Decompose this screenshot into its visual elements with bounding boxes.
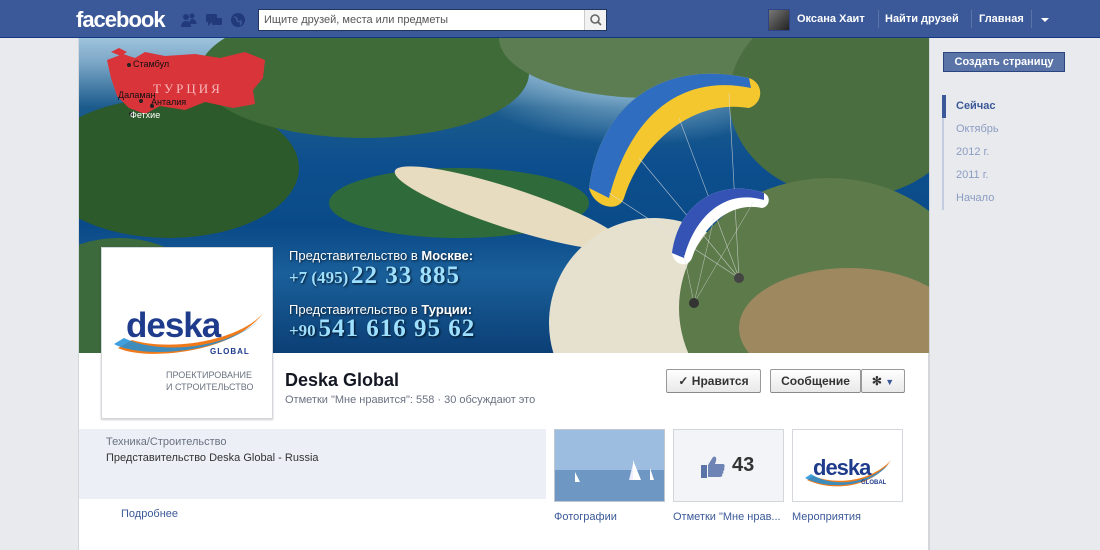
about-footer	[79, 499, 546, 550]
right-sidebar: Создать страницу Сейчас Октябрь 2012 г. …	[929, 38, 1100, 550]
user-avatar[interactable]	[768, 9, 790, 31]
account-menu-chevron-icon[interactable]	[1038, 14, 1052, 26]
moscow-heading-prefix: Представительство в	[289, 248, 422, 263]
page-title[interactable]: Deska Global	[285, 370, 399, 391]
city-dot	[127, 63, 131, 67]
events-app-tile[interactable]: deska GLOBAL	[792, 429, 903, 502]
facebook-page: facebook Оксана Хаит Найти друзей Главна…	[0, 0, 1100, 550]
notifications-globe-icon[interactable]	[229, 12, 247, 28]
about-panel: Техника/Строительство Представительство …	[79, 429, 546, 550]
city-label: Фетхие	[130, 110, 161, 120]
moscow-heading-city: Москве:	[421, 248, 474, 263]
map-country-label: ТУРЦИЯ	[153, 81, 223, 96]
search-button[interactable]	[584, 10, 606, 30]
turkey-phone-prefix: +90	[289, 321, 316, 340]
user-profile-link[interactable]: Оксана Хаит	[797, 13, 865, 25]
likes-app-label[interactable]: Отметки "Мне нрав...	[673, 511, 781, 523]
turkey-phone-number: 541 616 95 62	[318, 315, 476, 342]
deska-logo: deska GLOBAL ПРОЕКТИРОВАНИЕ И СТРОИТЕЛЬС…	[106, 252, 268, 414]
liked-button[interactable]: ✓ Нравится	[666, 369, 761, 393]
gear-icon: ✻	[871, 374, 882, 388]
events-logo-global: GLOBAL	[861, 480, 887, 486]
logo-tagline: ПРОЕКТИРОВАНИЕ И СТРОИТЕЛЬСТВО	[166, 369, 266, 393]
moscow-heading: Представительство в Москве:	[289, 248, 473, 263]
logo-tagline-line-1: ПРОЕКТИРОВАНИЕ	[166, 370, 252, 380]
timeline-scrubber: Сейчас Октябрь 2012 г. 2011 г. Начало	[942, 95, 1082, 210]
logo-wordmark: deska	[126, 306, 221, 345]
messages-icon[interactable]	[205, 12, 223, 28]
turkey-phone: +90 541 616 95 62	[289, 315, 475, 343]
top-navigation-bar: facebook Оксана Хаит Найти друзей Главна…	[0, 0, 1100, 38]
timeline-item-2012[interactable]: 2012 г.	[942, 141, 1082, 164]
city-label: Анталия	[151, 97, 187, 107]
settings-menu-button[interactable]: ✻ ▼	[861, 369, 905, 393]
nav-divider	[878, 10, 879, 28]
timeline-item-start[interactable]: Начало	[942, 187, 1082, 210]
photos-app-label[interactable]: Фотографии	[554, 511, 662, 523]
profile-picture[interactable]: deska GLOBAL ПРОЕКТИРОВАНИЕ И СТРОИТЕЛЬС…	[101, 247, 273, 419]
moscow-phone-prefix: +7 (495)	[289, 268, 349, 287]
friend-requests-icon[interactable]	[180, 12, 198, 28]
page-stats: Отметки "Мне нравится": 558 · 30 обсужда…	[285, 394, 536, 406]
about-more-link[interactable]: Подробнее	[121, 508, 178, 520]
magnifier-icon	[590, 14, 602, 26]
photos-app-tile[interactable]	[554, 429, 665, 502]
city-label: Даламан	[118, 90, 156, 100]
city-label: Стамбул	[133, 59, 170, 69]
search-box	[258, 9, 607, 31]
likes-count: 43	[732, 454, 755, 476]
turkey-map: ТУРЦИЯ Стамбул Даламан Анталия Фетхие	[105, 48, 270, 120]
facebook-logo[interactable]: facebook	[76, 7, 166, 33]
timeline-main-column: ТУРЦИЯ Стамбул Даламан Анталия Фетхие Пр…	[78, 38, 930, 550]
nav-divider	[971, 10, 972, 28]
page-category[interactable]: Техника/Строительство	[106, 436, 226, 448]
liked-button-label: Нравится	[691, 374, 749, 388]
message-button-label: Сообщение	[781, 374, 850, 388]
paraglider-small-illustration	[672, 188, 769, 308]
sea-sailboats-thumbnail	[555, 430, 664, 501]
events-logo-wordmark: deska	[813, 455, 871, 480]
timeline-item-now[interactable]: Сейчас	[942, 95, 1082, 118]
search-input[interactable]	[259, 10, 585, 30]
find-friends-link[interactable]: Найти друзей	[885, 13, 959, 25]
logo-tagline-line-2: И СТРОИТЕЛЬСТВО	[166, 382, 254, 392]
checkmark-icon: ✓	[678, 374, 689, 388]
home-link[interactable]: Главная	[979, 13, 1024, 25]
moscow-phone: +7 (495) 22 33 885	[289, 262, 460, 290]
thumbs-up-icon	[701, 456, 725, 478]
chevron-down-icon: ▼	[885, 377, 895, 387]
logo-global: GLOBAL	[210, 347, 250, 356]
moscow-phone-number: 22 33 885	[351, 262, 461, 289]
timeline-item-october[interactable]: Октябрь	[942, 118, 1082, 141]
nav-divider	[1031, 10, 1032, 28]
create-page-button[interactable]: Создать страницу	[943, 52, 1065, 72]
events-app-label[interactable]: Мероприятия	[792, 511, 900, 523]
timeline-item-2011[interactable]: 2011 г.	[942, 164, 1082, 187]
message-button[interactable]: Сообщение	[770, 369, 861, 393]
page-description: Представительство Deska Global - Russia	[106, 452, 319, 464]
likes-app-tile[interactable]: 43	[673, 429, 784, 502]
